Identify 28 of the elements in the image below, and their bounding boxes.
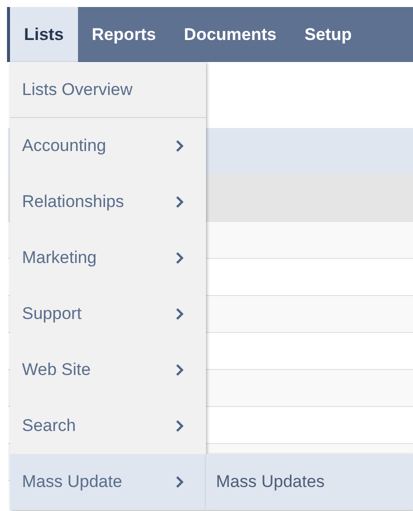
menu-item-label: Mass Update: [22, 471, 122, 494]
menu-item[interactable]: Relationships: [10, 174, 206, 230]
chevron-right-icon: [175, 307, 184, 321]
menu-item-label: Search: [22, 415, 76, 438]
menu-item-label: Support: [22, 303, 82, 326]
nav-tab[interactable]: Lists: [10, 7, 78, 62]
chevron-right-icon: [175, 475, 184, 489]
menu-item[interactable]: Mass Update: [10, 454, 206, 510]
menu-item-label: Relationships: [22, 191, 124, 214]
menu-item[interactable]: Support: [10, 286, 206, 342]
menu-item[interactable]: Search: [10, 398, 206, 454]
nav-tab[interactable]: Reports: [78, 7, 170, 62]
nav-tab[interactable]: Documents: [170, 7, 290, 62]
menu-item[interactable]: Marketing: [10, 230, 206, 286]
chevron-right-icon: [175, 419, 184, 433]
menu-item-label: Lists Overview: [22, 78, 133, 101]
chevron-right-icon: [175, 139, 184, 153]
menu-item[interactable]: Web Site: [10, 342, 206, 398]
menu-item-label: Accounting: [22, 135, 106, 158]
menu-item[interactable]: Accounting: [10, 118, 206, 174]
menu-item-label: Marketing: [22, 247, 97, 270]
chevron-right-icon: [175, 195, 184, 209]
nav-tab[interactable]: Setup: [290, 7, 366, 62]
menu-item[interactable]: Lists Overview: [10, 62, 206, 118]
submenu-item[interactable]: Mass Updates: [206, 454, 413, 510]
chevron-right-icon: [175, 251, 184, 265]
chevron-right-icon: [175, 363, 184, 377]
menu-item-label: Web Site: [22, 359, 91, 382]
